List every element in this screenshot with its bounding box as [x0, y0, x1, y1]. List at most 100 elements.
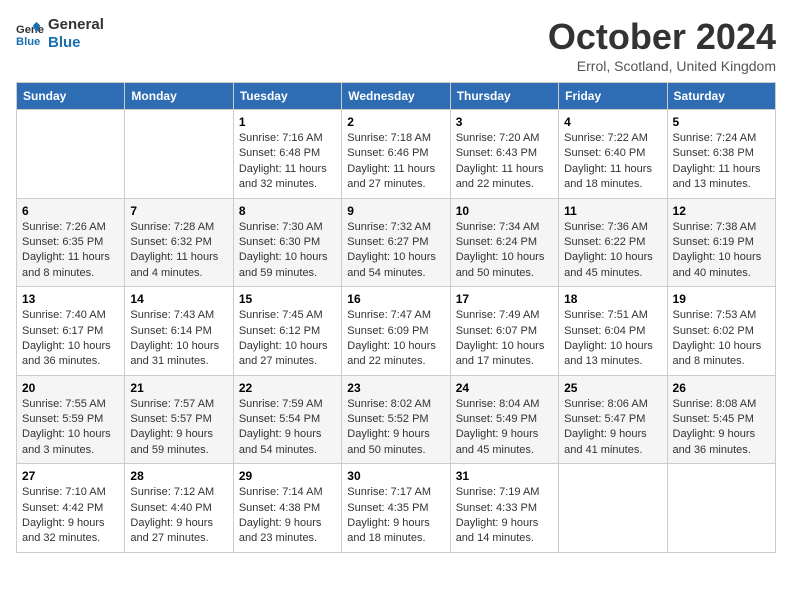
- calendar-day: 24 Sunrise: 8:04 AM Sunset: 5:49 PM Dayl…: [450, 375, 558, 464]
- daylight-text: Daylight: 10 hours and 50 minutes.: [456, 250, 553, 281]
- sunrise-text: Sunrise: 8:06 AM: [564, 397, 661, 412]
- calendar-body: 1 Sunrise: 7:16 AM Sunset: 6:48 PM Dayli…: [17, 110, 776, 553]
- day-number: 29: [239, 469, 336, 483]
- daylight-text: Daylight: 11 hours and 22 minutes.: [456, 162, 553, 193]
- sunset-text: Sunset: 6:02 PM: [673, 324, 770, 339]
- calendar-week-0: 1 Sunrise: 7:16 AM Sunset: 6:48 PM Dayli…: [17, 110, 776, 199]
- header-wednesday: Wednesday: [342, 83, 450, 110]
- sunrise-text: Sunrise: 7:16 AM: [239, 131, 336, 146]
- daylight-text: Daylight: 11 hours and 18 minutes.: [564, 162, 661, 193]
- day-info: Sunrise: 7:45 AM Sunset: 6:12 PM Dayligh…: [239, 308, 336, 370]
- sunset-text: Sunset: 6:46 PM: [347, 146, 444, 161]
- day-number: 19: [673, 292, 770, 306]
- daylight-text: Daylight: 11 hours and 32 minutes.: [239, 162, 336, 193]
- day-number: 20: [22, 381, 119, 395]
- calendar-day: [559, 464, 667, 553]
- calendar-day: 25 Sunrise: 8:06 AM Sunset: 5:47 PM Dayl…: [559, 375, 667, 464]
- page-header: General Blue General Blue October 2024 E…: [16, 16, 776, 74]
- day-info: Sunrise: 7:24 AM Sunset: 6:38 PM Dayligh…: [673, 131, 770, 193]
- sunset-text: Sunset: 6:09 PM: [347, 324, 444, 339]
- day-number: 14: [130, 292, 227, 306]
- day-info: Sunrise: 7:53 AM Sunset: 6:02 PM Dayligh…: [673, 308, 770, 370]
- day-number: 7: [130, 204, 227, 218]
- day-info: Sunrise: 7:59 AM Sunset: 5:54 PM Dayligh…: [239, 397, 336, 459]
- day-number: 28: [130, 469, 227, 483]
- daylight-text: Daylight: 10 hours and 27 minutes.: [239, 339, 336, 370]
- sunrise-text: Sunrise: 8:04 AM: [456, 397, 553, 412]
- sunset-text: Sunset: 6:17 PM: [22, 324, 119, 339]
- day-info: Sunrise: 7:38 AM Sunset: 6:19 PM Dayligh…: [673, 220, 770, 282]
- day-info: Sunrise: 7:34 AM Sunset: 6:24 PM Dayligh…: [456, 220, 553, 282]
- daylight-text: Daylight: 10 hours and 22 minutes.: [347, 339, 444, 370]
- day-number: 13: [22, 292, 119, 306]
- day-number: 18: [564, 292, 661, 306]
- calendar-day: 19 Sunrise: 7:53 AM Sunset: 6:02 PM Dayl…: [667, 287, 775, 376]
- day-number: 21: [130, 381, 227, 395]
- calendar-week-2: 13 Sunrise: 7:40 AM Sunset: 6:17 PM Dayl…: [17, 287, 776, 376]
- calendar-day: 29 Sunrise: 7:14 AM Sunset: 4:38 PM Dayl…: [233, 464, 341, 553]
- sunrise-text: Sunrise: 7:53 AM: [673, 308, 770, 323]
- sunset-text: Sunset: 4:33 PM: [456, 501, 553, 516]
- sunrise-text: Sunrise: 7:34 AM: [456, 220, 553, 235]
- calendar-day: 31 Sunrise: 7:19 AM Sunset: 4:33 PM Dayl…: [450, 464, 558, 553]
- sunrise-text: Sunrise: 7:30 AM: [239, 220, 336, 235]
- header-row: SundayMondayTuesdayWednesdayThursdayFrid…: [17, 83, 776, 110]
- calendar-day: [125, 110, 233, 199]
- day-info: Sunrise: 8:04 AM Sunset: 5:49 PM Dayligh…: [456, 397, 553, 459]
- calendar-day: 4 Sunrise: 7:22 AM Sunset: 6:40 PM Dayli…: [559, 110, 667, 199]
- calendar-day: 20 Sunrise: 7:55 AM Sunset: 5:59 PM Dayl…: [17, 375, 125, 464]
- day-number: 2: [347, 115, 444, 129]
- day-info: Sunrise: 7:22 AM Sunset: 6:40 PM Dayligh…: [564, 131, 661, 193]
- day-number: 17: [456, 292, 553, 306]
- day-number: 16: [347, 292, 444, 306]
- daylight-text: Daylight: 9 hours and 23 minutes.: [239, 516, 336, 547]
- daylight-text: Daylight: 9 hours and 27 minutes.: [130, 516, 227, 547]
- sunset-text: Sunset: 6:32 PM: [130, 235, 227, 250]
- sunrise-text: Sunrise: 7:55 AM: [22, 397, 119, 412]
- day-number: 4: [564, 115, 661, 129]
- day-number: 27: [22, 469, 119, 483]
- calendar-week-3: 20 Sunrise: 7:55 AM Sunset: 5:59 PM Dayl…: [17, 375, 776, 464]
- day-info: Sunrise: 7:17 AM Sunset: 4:35 PM Dayligh…: [347, 485, 444, 547]
- calendar-table: SundayMondayTuesdayWednesdayThursdayFrid…: [16, 82, 776, 553]
- calendar-day: 9 Sunrise: 7:32 AM Sunset: 6:27 PM Dayli…: [342, 198, 450, 287]
- calendar-day: 10 Sunrise: 7:34 AM Sunset: 6:24 PM Dayl…: [450, 198, 558, 287]
- calendar-day: 7 Sunrise: 7:28 AM Sunset: 6:32 PM Dayli…: [125, 198, 233, 287]
- day-number: 22: [239, 381, 336, 395]
- sunset-text: Sunset: 6:24 PM: [456, 235, 553, 250]
- calendar-day: 14 Sunrise: 7:43 AM Sunset: 6:14 PM Dayl…: [125, 287, 233, 376]
- day-info: Sunrise: 7:49 AM Sunset: 6:07 PM Dayligh…: [456, 308, 553, 370]
- header-friday: Friday: [559, 83, 667, 110]
- calendar-day: [17, 110, 125, 199]
- day-number: 3: [456, 115, 553, 129]
- day-number: 9: [347, 204, 444, 218]
- day-info: Sunrise: 7:43 AM Sunset: 6:14 PM Dayligh…: [130, 308, 227, 370]
- day-info: Sunrise: 7:30 AM Sunset: 6:30 PM Dayligh…: [239, 220, 336, 282]
- day-info: Sunrise: 7:16 AM Sunset: 6:48 PM Dayligh…: [239, 131, 336, 193]
- day-info: Sunrise: 7:47 AM Sunset: 6:09 PM Dayligh…: [347, 308, 444, 370]
- sunset-text: Sunset: 6:38 PM: [673, 146, 770, 161]
- sunrise-text: Sunrise: 7:32 AM: [347, 220, 444, 235]
- sunrise-text: Sunrise: 7:38 AM: [673, 220, 770, 235]
- logo: General Blue General Blue: [16, 16, 104, 52]
- sunset-text: Sunset: 5:57 PM: [130, 412, 227, 427]
- sunrise-text: Sunrise: 7:19 AM: [456, 485, 553, 500]
- day-info: Sunrise: 8:02 AM Sunset: 5:52 PM Dayligh…: [347, 397, 444, 459]
- daylight-text: Daylight: 11 hours and 8 minutes.: [22, 250, 119, 281]
- daylight-text: Daylight: 9 hours and 14 minutes.: [456, 516, 553, 547]
- title-block: October 2024 Errol, Scotland, United Kin…: [548, 16, 776, 74]
- day-info: Sunrise: 7:20 AM Sunset: 6:43 PM Dayligh…: [456, 131, 553, 193]
- day-info: Sunrise: 7:36 AM Sunset: 6:22 PM Dayligh…: [564, 220, 661, 282]
- daylight-text: Daylight: 10 hours and 8 minutes.: [673, 339, 770, 370]
- daylight-text: Daylight: 11 hours and 13 minutes.: [673, 162, 770, 193]
- sunset-text: Sunset: 6:48 PM: [239, 146, 336, 161]
- calendar-day: 30 Sunrise: 7:17 AM Sunset: 4:35 PM Dayl…: [342, 464, 450, 553]
- calendar-day: 3 Sunrise: 7:20 AM Sunset: 6:43 PM Dayli…: [450, 110, 558, 199]
- calendar-day: 1 Sunrise: 7:16 AM Sunset: 6:48 PM Dayli…: [233, 110, 341, 199]
- sunset-text: Sunset: 4:40 PM: [130, 501, 227, 516]
- daylight-text: Daylight: 9 hours and 18 minutes.: [347, 516, 444, 547]
- calendar-day: 16 Sunrise: 7:47 AM Sunset: 6:09 PM Dayl…: [342, 287, 450, 376]
- sunrise-text: Sunrise: 7:51 AM: [564, 308, 661, 323]
- day-info: Sunrise: 7:55 AM Sunset: 5:59 PM Dayligh…: [22, 397, 119, 459]
- logo-line2: Blue: [48, 34, 104, 52]
